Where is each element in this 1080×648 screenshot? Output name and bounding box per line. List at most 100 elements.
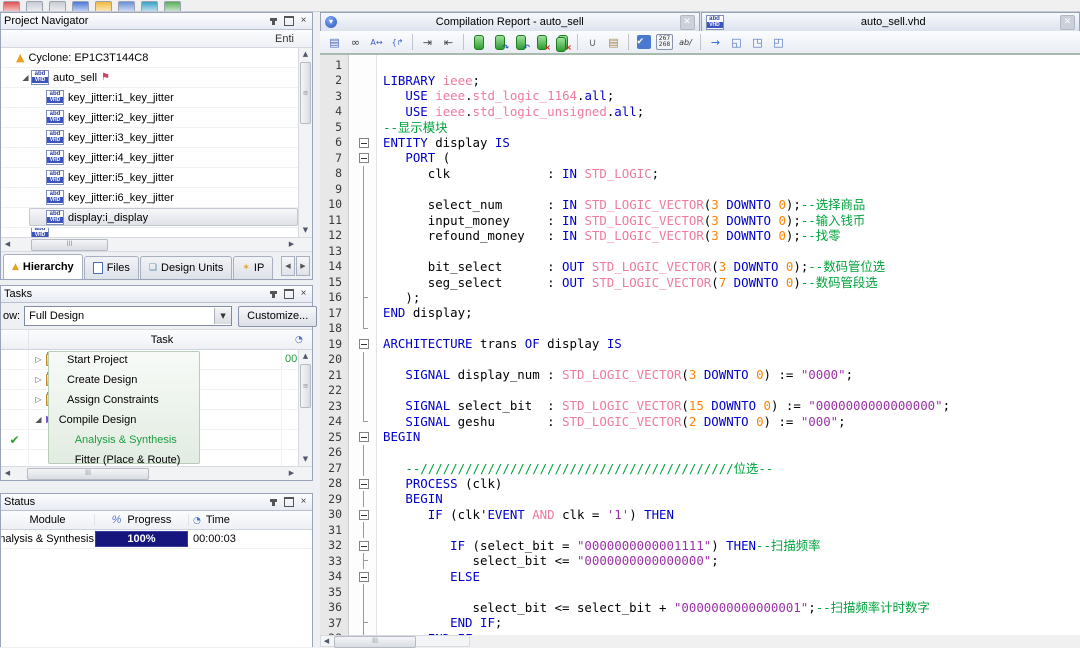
entity-column-header[interactable]: Enti xyxy=(1,30,312,48)
scroll-thumb[interactable]: lll xyxy=(31,239,108,251)
tab-files[interactable]: Files xyxy=(84,256,139,279)
check-icon[interactable] xyxy=(164,1,181,12)
time-column-clock-icon[interactable]: ◔ xyxy=(295,335,312,345)
tree-item-display-i-display[interactable]: abdVHDdisplay:i_display xyxy=(1,208,312,228)
line-counter[interactable]: 267268 xyxy=(655,33,674,51)
macro-scroll-icon[interactable]: ▤ xyxy=(604,33,623,51)
fold-marker[interactable] xyxy=(342,429,376,445)
vertical-scrollbar[interactable]: ▲ ≡ ▼ xyxy=(298,350,312,466)
bookmark-prev-icon[interactable]: ↶ xyxy=(511,33,530,51)
tab-hierarchy[interactable]: ▲Hierarchy xyxy=(3,254,83,279)
bookmark-delete-icon[interactable]: × xyxy=(532,33,551,51)
fold-collapse-icon[interactable] xyxy=(359,572,369,582)
module-column-header[interactable]: Module xyxy=(1,514,95,526)
expander-icon[interactable]: ◢ xyxy=(33,415,44,424)
tree-item-key-jitter-i2-key-jitter[interactable]: abdVHDkey_jitter:i2_key_jitter xyxy=(1,108,312,128)
fold-collapse-icon[interactable] xyxy=(359,432,369,442)
fold-collapse-icon[interactable] xyxy=(359,510,369,520)
close-icon[interactable]: ✕ xyxy=(1060,15,1075,30)
pane-top-icon[interactable]: ◰ xyxy=(769,33,788,51)
scroll-left-icon[interactable]: ◀ xyxy=(1,467,14,480)
fold-marker[interactable] xyxy=(342,336,376,352)
tab-compilation-report[interactable]: ▾ Compilation Report - auto_sell ✕ xyxy=(320,12,700,31)
float-icon[interactable] xyxy=(282,496,295,508)
code-editor[interactable]: 12LIBRARY ieee;3 USE ieee.std_logic_1164… xyxy=(320,55,1080,635)
goto-line-icon[interactable]: → xyxy=(706,33,725,51)
expander-icon[interactable]: ▷ xyxy=(33,395,44,404)
fold-collapse-icon[interactable] xyxy=(359,541,369,551)
horizontal-scrollbar[interactable]: ◀ lll ▶ xyxy=(1,237,312,251)
scroll-right-icon[interactable]: ▶ xyxy=(285,467,298,480)
ruler-icon[interactable] xyxy=(118,1,135,12)
tree-item-key-jitter-i4-key-jitter[interactable]: abdVHDkey_jitter:i4_key_jitter xyxy=(1,148,312,168)
scroll-up-icon[interactable]: ▲ xyxy=(299,48,312,61)
fold-collapse-icon[interactable] xyxy=(359,339,369,349)
tree-item-key-jitter-i3-key-jitter[interactable]: abdVHDkey_jitter:i3_key_jitter xyxy=(1,128,312,148)
attach-icon[interactable]: ∪ xyxy=(583,33,602,51)
project-hierarchy-tree[interactable]: ▲Cyclone: EP1C3T144C8◢abdVHDauto_sell⚑ab… xyxy=(1,48,312,237)
chevron-down-icon[interactable]: ▼ xyxy=(214,308,231,324)
fold-marker[interactable] xyxy=(342,150,376,166)
close-icon[interactable]: × xyxy=(297,496,310,508)
time-column-header[interactable]: ◔Time xyxy=(189,514,312,526)
document-icon[interactable] xyxy=(3,1,20,12)
goto-bracket-icon[interactable]: {↱ xyxy=(388,33,407,51)
customize-button[interactable]: Customize... xyxy=(238,306,317,327)
tree-item-auto-sell[interactable]: ◢abdVHDauto_sell⚑ xyxy=(1,68,312,88)
flow-select[interactable]: Full Design ▼ xyxy=(24,306,232,326)
tabs-scroll-left-icon[interactable]: ◀ xyxy=(281,256,295,276)
tree-item-key-jitter-i5-key-jitter[interactable]: abdVHDkey_jitter:i5_key_jitter xyxy=(1,168,312,188)
progress-column-header[interactable]: %Progress xyxy=(95,514,189,526)
fold-collapse-icon[interactable] xyxy=(359,138,369,148)
pencil-icon[interactable] xyxy=(72,1,89,12)
bookmark-toggle-icon[interactable] xyxy=(469,33,488,51)
paste-icon[interactable] xyxy=(49,1,66,12)
task-column-header[interactable]: Task xyxy=(29,334,295,346)
tree-item-key-jitter-i6-key-jitter[interactable]: abdVHDkey_jitter:i6_key_jitter xyxy=(1,188,312,208)
tab-auto-sell-vhd[interactable]: abdVHD auto_sell.vhd ✕ xyxy=(701,12,1080,31)
check-syntax-icon[interactable]: ✔ xyxy=(634,33,653,51)
word-mode-icon[interactable]: ab/ xyxy=(676,33,695,51)
fold-marker[interactable] xyxy=(342,476,376,492)
close-icon[interactable]: ✕ xyxy=(680,15,695,30)
status-column-header[interactable] xyxy=(1,330,29,349)
tasks-tree[interactable]: ▷Start Project▷Create Design▷Assign Cons… xyxy=(1,350,312,466)
find-replace-icon[interactable]: A↔ xyxy=(367,33,386,51)
close-icon[interactable]: × xyxy=(297,288,310,300)
editor-display-icon[interactable]: ▤ xyxy=(325,33,344,51)
globe-icon[interactable] xyxy=(141,1,158,12)
scroll-down-icon[interactable]: ▼ xyxy=(299,453,312,466)
expander-icon[interactable]: ▷ xyxy=(33,375,44,384)
scroll-thumb[interactable]: ≡ xyxy=(300,62,311,124)
unindent-icon[interactable]: ⇤ xyxy=(439,33,458,51)
folder-icon[interactable] xyxy=(95,1,112,12)
fold-marker[interactable] xyxy=(342,135,376,151)
pin-icon[interactable] xyxy=(267,15,280,27)
bookmark-next-icon[interactable]: ↷ xyxy=(490,33,509,51)
pane-bottom-icon[interactable]: ◱ xyxy=(727,33,746,51)
editor-horizontal-scrollbar[interactable]: ◀ lll xyxy=(320,635,1080,647)
expander-icon[interactable]: ◢ xyxy=(20,73,31,82)
vertical-scrollbar[interactable]: ▲ ≡ ▼ xyxy=(298,48,312,237)
float-icon[interactable] xyxy=(282,288,295,300)
tree-item-cyclone-ep1c3t144c8[interactable]: ▲Cyclone: EP1C3T144C8 xyxy=(1,48,312,68)
scroll-thumb[interactable]: lll xyxy=(27,468,149,480)
tree-item[interactable]: abdVHD xyxy=(1,228,312,237)
fold-collapse-icon[interactable] xyxy=(359,153,369,163)
scroll-up-icon[interactable]: ▲ xyxy=(299,350,312,363)
scroll-left-icon[interactable]: ◀ xyxy=(320,635,333,648)
tab-ip[interactable]: ✶IP xyxy=(233,256,273,279)
fold-collapse-icon[interactable] xyxy=(359,479,369,489)
expander-icon[interactable]: ▷ xyxy=(33,355,44,364)
close-icon[interactable]: × xyxy=(297,15,310,27)
pin-icon[interactable] xyxy=(267,288,280,300)
indent-icon[interactable]: ⇥ xyxy=(418,33,437,51)
pin-icon[interactable] xyxy=(267,496,280,508)
find-icon[interactable]: ∞ xyxy=(346,33,365,51)
task-row-analysis-synthesis[interactable]: ✔▷▶Analysis & Synthesis00 xyxy=(1,430,312,450)
scroll-down-icon[interactable]: ▼ xyxy=(299,224,312,237)
scroll-left-icon[interactable]: ◀ xyxy=(1,238,14,251)
float-icon[interactable] xyxy=(282,15,295,27)
fold-marker[interactable] xyxy=(342,569,376,585)
tree-item-key-jitter-i1-key-jitter[interactable]: abdVHDkey_jitter:i1_key_jitter xyxy=(1,88,312,108)
